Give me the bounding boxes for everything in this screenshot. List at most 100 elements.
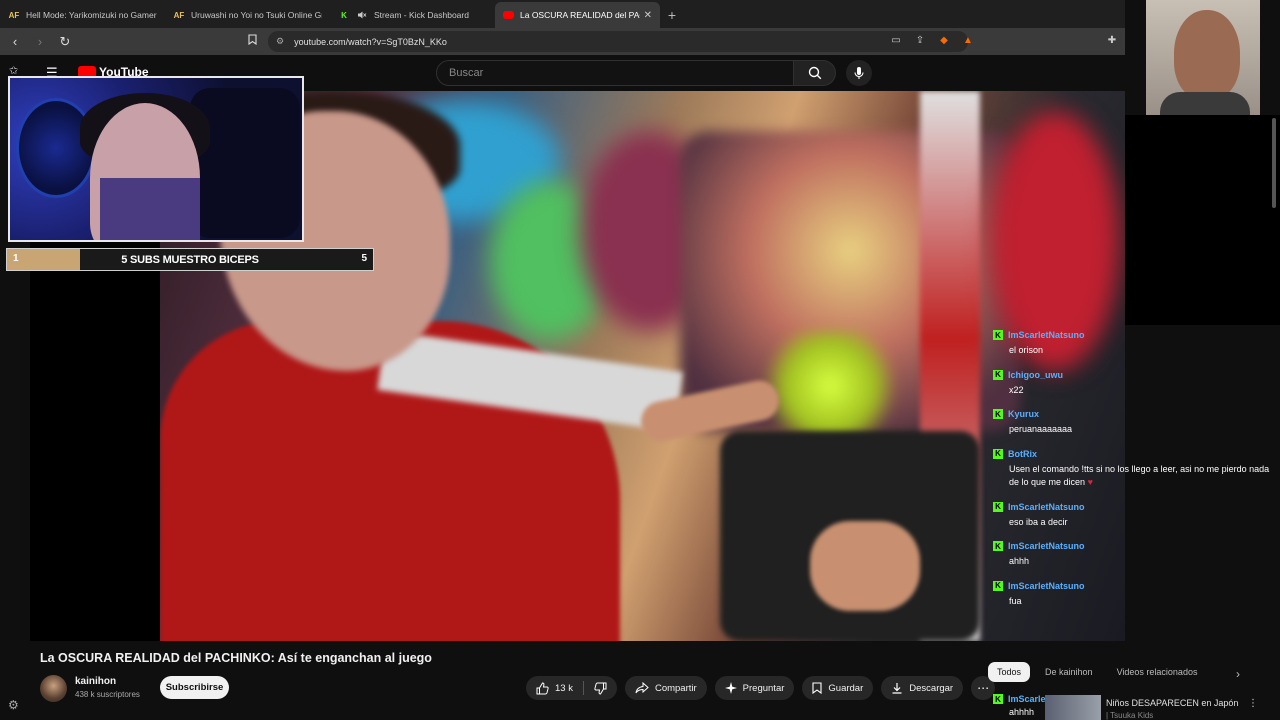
chat-text: ahhh [1009, 556, 1030, 566]
recommended-video-subtitle: | Tsuuka Kids [1106, 711, 1154, 720]
kick-badge-icon: K [993, 580, 1003, 591]
dislike-button[interactable] [584, 676, 617, 700]
streamer-webcam [8, 76, 304, 242]
chip-related[interactable]: Videos relacionados [1108, 662, 1207, 682]
thumbs-down-icon [594, 682, 607, 695]
reload-icon[interactable]: ↻ [55, 32, 75, 52]
goal-label: 5 SUBS MUESTRO BICEPS [121, 254, 259, 266]
chat-message: K ImScarletNatsuno el orison [985, 330, 1275, 358]
download-icon [892, 683, 902, 694]
share-button[interactable]: Compartir [624, 676, 707, 700]
chat-message: K ImScarletNatsuno eso iba a decir [985, 501, 1275, 530]
chat-text: Usen el comando !tts si no los llego a l… [1009, 463, 1270, 488]
related-filter-chips: Todos De kainihon Videos relacionados [988, 662, 1212, 682]
like-button[interactable]: 13 k [526, 676, 583, 700]
kick-badge-icon: K [993, 541, 1003, 551]
search-input[interactable]: Buscar [436, 60, 794, 86]
share-arrow-icon [635, 682, 649, 694]
recommended-video-thumbnail[interactable] [1045, 695, 1101, 720]
like-count: 13 k [555, 682, 573, 694]
dark-panel [1125, 115, 1280, 325]
recommended-video-title[interactable]: Niños DESAPARECEN en Japón [1106, 698, 1238, 708]
screen-icon[interactable]: ▭ [888, 32, 904, 48]
animeflv-favicon-icon: AF [173, 10, 185, 20]
chat-username: ImScarletNatsuno [1008, 580, 1085, 591]
ask-label: Preguntar [742, 682, 785, 694]
chat-overlay: K ImScarletNatsuno el orison K Ichigoo_uwu… [985, 330, 1275, 620]
kick-badge-icon: K [993, 330, 1003, 340]
search-placeholder: Buscar [449, 67, 484, 79]
tab-title: Uruwashi no Yoi no Tsuki Online Grat [191, 10, 322, 20]
heart-emoji-icon: ♥ [1087, 477, 1093, 487]
chat-username: ImScarletNatsuno [1008, 330, 1085, 340]
brave-rewards-icon[interactable]: ▲ [960, 32, 976, 48]
sparkle-icon [724, 682, 737, 694]
kick-favicon-icon: K [341, 10, 347, 20]
muted-speaker-icon[interactable] [356, 9, 368, 21]
back-icon[interactable]: ‹ [5, 32, 25, 52]
kick-badge-icon: K [993, 501, 1003, 512]
brave-shields-icon[interactable]: ◆ [936, 32, 952, 48]
browser-tab-1[interactable]: AF Hell Mode: Yarikomizuki no Gamer w [0, 2, 165, 28]
more-vertical-icon[interactable]: ⋮ [1248, 698, 1258, 709]
browser-tab-3[interactable]: K Stream - Kick Dashboard [330, 2, 495, 28]
share-label: Compartir [654, 682, 697, 694]
search-icon [808, 66, 821, 80]
scrollbar-thumb[interactable] [1272, 118, 1276, 208]
goal-end-value: 5 [361, 253, 367, 264]
chip-from-channel[interactable]: De kainihon [1036, 662, 1102, 682]
close-tab-icon[interactable]: ✕ [644, 10, 652, 21]
microphone-icon [854, 67, 864, 79]
reaction-webcam [1146, 0, 1260, 115]
save-button[interactable]: Guardar [802, 676, 874, 700]
voice-search-button[interactable] [846, 60, 872, 86]
chat-text: eso iba a decir [1009, 516, 1068, 527]
download-label: Descargar [909, 682, 954, 694]
tab-title: Hell Mode: Yarikomizuki no Gamer w [26, 10, 157, 20]
address-bar[interactable]: ⚙ youtube.com/watch?v=SgT0BzN_KKo [268, 31, 968, 52]
tab-title: Stream - Kick Dashboard [374, 10, 469, 20]
extensions-icon[interactable]: ✚ [1104, 32, 1120, 48]
like-dislike-group: 13 k [526, 676, 617, 700]
chat-message: K ImScarletNatsuno fua [985, 580, 1275, 609]
search-button[interactable] [794, 60, 836, 86]
browser-toolbar-right: ▭ ⇪ ◆ ▲ ✚ [888, 32, 1120, 48]
channel-name[interactable]: kainihon [75, 676, 116, 687]
chat-message: K Kyurux peruanaaaaaaa [985, 409, 1275, 437]
chat-text: peruanaaaaaaa [1009, 424, 1073, 434]
bookmark-icon [812, 682, 822, 694]
save-label: Guardar [828, 682, 864, 694]
subscribe-button[interactable]: Subscribirse [160, 676, 229, 699]
gear-icon[interactable]: ⚙ [8, 698, 19, 712]
ask-button[interactable]: Preguntar [714, 676, 795, 700]
chat-message: K Ichigoo_uwu x22 [985, 369, 1275, 398]
site-settings-icon[interactable]: ⚙ [276, 36, 284, 47]
download-button[interactable]: Descargar [881, 676, 964, 700]
forward-icon[interactable]: › [30, 32, 50, 52]
new-tab-button[interactable]: + [660, 2, 684, 28]
share-icon[interactable]: ⇪ [912, 32, 928, 48]
kick-badge-icon: K [993, 694, 1003, 704]
video-frame [160, 91, 1125, 641]
youtube-favicon-icon [503, 11, 514, 19]
video-title: La OSCURA REALIDAD del PACHINKO: Así te … [40, 651, 432, 665]
subscriber-goal-bar: 1 5 SUBS MUESTRO BICEPS 5 [6, 248, 374, 271]
bookmark-icon[interactable] [248, 34, 257, 48]
thumbs-up-icon [536, 681, 549, 694]
tab-title: La OSCURA REALIDAD del PACHI [520, 10, 640, 20]
chat-username: ImScarletNatsuno [1008, 541, 1085, 551]
chat-text: el orison [1009, 345, 1044, 355]
browser-tab-2[interactable]: AF Uruwashi no Yoi no Tsuki Online Grat [165, 2, 330, 28]
chevron-right-icon[interactable]: › [1236, 667, 1240, 681]
chat-username: Kyurux [1008, 409, 1040, 419]
chat-username: BotRix [1008, 448, 1037, 459]
channel-avatar[interactable] [40, 675, 67, 702]
chat-username: ImScarletNatsuno [1008, 501, 1085, 512]
browser-tab-strip: AF Hell Mode: Yarikomizuki no Gamer w AF… [0, 0, 1125, 28]
video-actions: 13 k Compartir Preguntar Guardar Descarg… [526, 676, 996, 700]
browser-tab-4-active[interactable]: La OSCURA REALIDAD del PACHI ✕ [495, 2, 660, 28]
chat-text: fua [1009, 595, 1022, 606]
chat-username: Ichigoo_uwu [1008, 369, 1063, 380]
chip-all[interactable]: Todos [988, 662, 1031, 682]
chat-text: x22 [1009, 384, 1024, 395]
